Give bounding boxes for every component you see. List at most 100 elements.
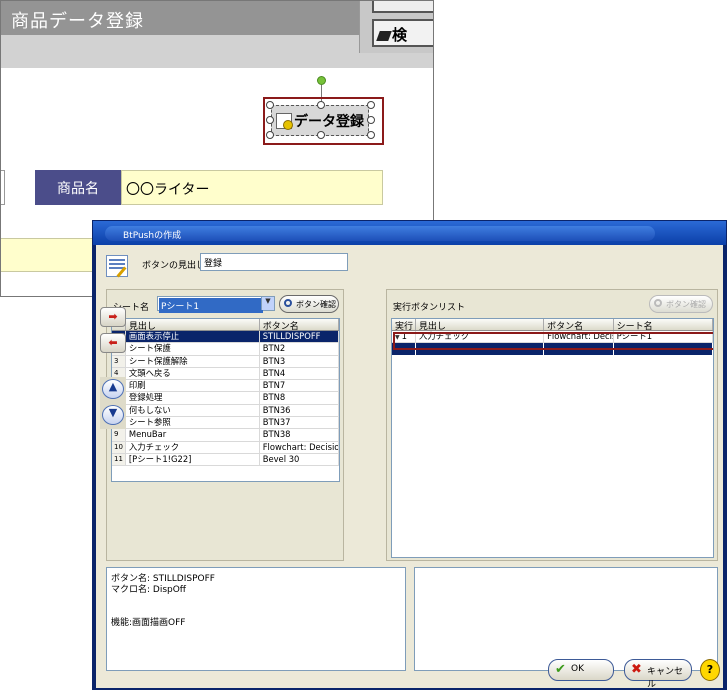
- row-button-name: BTN8: [260, 392, 339, 404]
- button-info-panel: ボタン名: STILLDISPOFF マクロ名: DispOff 機能:画面描画OF…: [106, 567, 406, 671]
- product-name-field[interactable]: 〇〇ライター: [121, 170, 383, 205]
- help-icon: ?: [706, 663, 714, 676]
- row-caption: [Pシート1!G22]: [126, 453, 260, 466]
- row-number: 3: [112, 355, 126, 367]
- selection-handle[interactable]: [266, 131, 274, 139]
- row-caption: シート保護: [126, 343, 260, 355]
- row-number: 9: [112, 429, 126, 441]
- selection-handle[interactable]: [317, 101, 325, 109]
- row-button-name: BTN37: [260, 417, 339, 429]
- edit-caption-icon: [106, 255, 128, 277]
- table-row[interactable]: 10 入力チェック Flowchart: Decision: [112, 441, 339, 454]
- row-caption: 文頭へ戻る: [126, 367, 260, 380]
- row-number: 11: [112, 453, 126, 466]
- row-caption: 画面表示停止: [126, 331, 260, 343]
- table-row[interactable]: 6登録処理BTN8: [112, 392, 339, 405]
- row-button-name: BTN3: [260, 355, 339, 367]
- move-down-button[interactable]: ▼: [102, 405, 124, 425]
- selection-handle[interactable]: [266, 116, 274, 124]
- row-caption: 入力チェック: [126, 441, 260, 453]
- rotate-handle[interactable]: [317, 76, 326, 85]
- selection-handle[interactable]: [317, 131, 325, 139]
- info-line: マクロ名: DispOff: [111, 585, 187, 595]
- search-icon: [654, 299, 662, 307]
- selection-handle[interactable]: [367, 101, 375, 109]
- row-caption: 登録処理: [126, 392, 260, 404]
- sheet-name-value: Pシート1: [159, 298, 263, 313]
- left-confirm-button[interactable]: ボタン確認: [279, 295, 339, 313]
- info-line: 機能:画面描画OFF: [111, 618, 186, 628]
- column-header-caption[interactable]: 見出し: [416, 319, 545, 330]
- run-list-panel: 実行ボタンリスト ボタン確認 実行 見出し ボタン名 シート名 ▼ 1 入力チェック…: [386, 289, 718, 561]
- column-header-button-name[interactable]: ボタン名: [544, 319, 614, 330]
- row-button-name: BTN7: [260, 380, 339, 392]
- table-row[interactable]: 4 文頭へ戻る BTN4: [112, 367, 339, 381]
- table-row[interactable]: 5印刷BTN7: [112, 380, 339, 393]
- table-row[interactable]: 11 [Pシート1!G22] Bevel 30: [112, 453, 339, 467]
- eraser-icon: [376, 31, 392, 41]
- table-row[interactable]: 1画面表示停止STILLDISPOFF: [112, 331, 339, 344]
- arrow-up-icon: ▲: [108, 380, 118, 393]
- row-caption: 印刷: [126, 380, 260, 392]
- close-icon: ✖: [631, 662, 642, 677]
- row-button-name: Flowchart: Decision: [260, 441, 339, 453]
- column-header-sheet-name[interactable]: シート名: [614, 319, 713, 330]
- selection-handle[interactable]: [367, 131, 375, 139]
- sheet-search-button[interactable]: 検: [372, 19, 433, 47]
- move-up-button[interactable]: ▲: [102, 379, 124, 399]
- database-icon: [276, 113, 293, 130]
- product-name-label: 商品名: [35, 170, 121, 205]
- remove-button[interactable]: ⬅: [100, 333, 126, 353]
- dialog-title-bar: BtPushの作成: [93, 221, 726, 245]
- row-caption: 何もしない: [126, 404, 260, 417]
- row-number: 10: [112, 441, 126, 453]
- order-buttons: ▲ ▼: [100, 377, 126, 429]
- search-icon: [284, 299, 292, 307]
- table-row[interactable]: 9 MenuBar BTN38: [112, 429, 339, 442]
- run-list-grid[interactable]: 実行 見出し ボタン名 シート名 ▼ 1 入力チェック Flowchart: Deci…: [391, 318, 714, 558]
- grid-header: ▲ 見出し ボタン名: [112, 319, 339, 331]
- row-button-name: BTN38: [260, 429, 339, 441]
- row-button-name: Bevel 30: [260, 453, 339, 466]
- table-row[interactable]: 8シート参照BTN37: [112, 417, 339, 430]
- selection-handle[interactable]: [367, 116, 375, 124]
- sheet-title: 商品データ登録: [11, 11, 144, 32]
- selection-handle[interactable]: [266, 101, 274, 109]
- row-button-name: BTN2: [260, 343, 339, 355]
- row-button-name: STILLDISPOFF: [260, 331, 339, 343]
- run-info-panel: [414, 567, 718, 671]
- sheet-top-button[interactable]: [372, 1, 433, 13]
- add-button[interactable]: ➡: [100, 307, 126, 327]
- row-caption: シート参照: [126, 417, 260, 429]
- arrow-down-icon: ▼: [108, 406, 118, 419]
- table-row[interactable]: 7何もしないBTN36: [112, 404, 339, 418]
- sheet-name-select[interactable]: Pシート1 ▼: [157, 296, 275, 313]
- row-button-name: BTN4: [260, 367, 339, 380]
- sheet-cell[interactable]: [1, 170, 5, 205]
- info-line: ボタン名: STILLDISPOFF: [111, 574, 215, 584]
- caption-input[interactable]: [200, 253, 348, 271]
- dialog-body: ボタンの見出し シート名 Pシート1 ▼ ボタン確認 ▲ 見出し ボタン名 1画…: [96, 245, 723, 690]
- row-highlight-frame: [393, 332, 713, 350]
- column-header-caption[interactable]: 見出し: [126, 319, 260, 330]
- caption-label: ボタンの見出し: [142, 261, 206, 271]
- ok-button[interactable]: ✔ OK: [548, 659, 614, 681]
- btpush-dialog: BtPushの作成 ボタンの見出し シート名 Pシート1 ▼ ボタン確認 ▲ 見…: [92, 220, 727, 690]
- column-header-run[interactable]: 実行: [392, 319, 416, 330]
- table-row[interactable]: 2シート保護BTN2: [112, 343, 339, 356]
- check-icon: ✔: [555, 662, 566, 677]
- run-list-label: 実行ボタンリスト: [393, 303, 466, 313]
- table-row[interactable]: 3 シート保護解除 BTN3: [112, 355, 339, 368]
- right-confirm-button[interactable]: ボタン確認: [649, 295, 713, 313]
- sheet-button-grid[interactable]: ▲ 見出し ボタン名 1画面表示停止STILLDISPOFF2シート保護BTN2…: [111, 318, 340, 482]
- row-caption: MenuBar: [126, 429, 260, 441]
- column-header-button-name[interactable]: ボタン名: [260, 319, 339, 330]
- cancel-button[interactable]: ✖ キャンセル: [624, 659, 692, 690]
- help-button[interactable]: ?: [700, 659, 720, 681]
- arrow-right-icon: ➡: [108, 310, 118, 323]
- grid-header: 実行 見出し ボタン名 シート名: [392, 319, 713, 331]
- dialog-title: BtPushの作成: [105, 226, 655, 241]
- sheet-button-panel: シート名 Pシート1 ▼ ボタン確認 ▲ 見出し ボタン名 1画面表示停止STI…: [106, 289, 344, 561]
- row-caption: シート保護解除: [126, 355, 260, 367]
- chevron-down-icon[interactable]: ▼: [261, 297, 274, 310]
